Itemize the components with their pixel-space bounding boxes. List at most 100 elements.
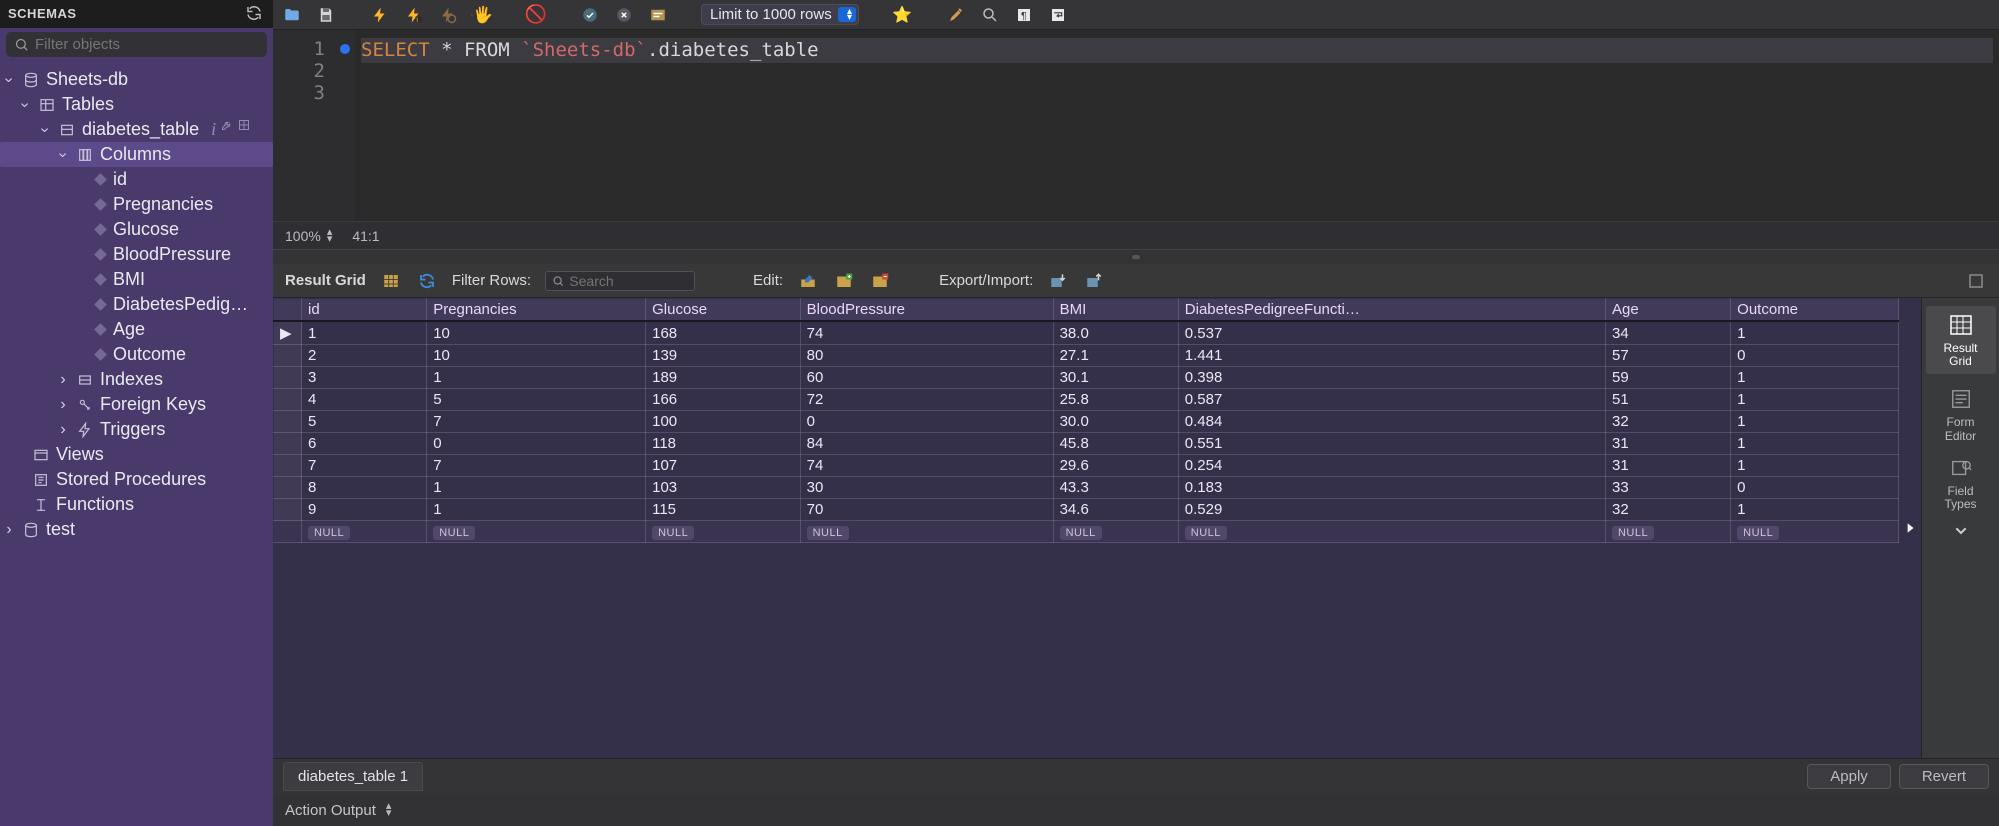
- delete-row-icon[interactable]: [869, 270, 891, 292]
- cell[interactable]: 74: [800, 455, 1053, 477]
- beautify-icon[interactable]: [945, 4, 967, 26]
- table-row[interactable]: ▶1101687438.00.537341: [274, 321, 1899, 345]
- toggle-autocommit-icon[interactable]: 🚫: [525, 4, 547, 26]
- cell[interactable]: 0: [800, 411, 1053, 433]
- refresh-result-icon[interactable]: [416, 270, 438, 292]
- cell[interactable]: 70: [800, 499, 1053, 521]
- action-output-bar[interactable]: Action Output ▴▾: [273, 794, 1999, 826]
- cell[interactable]: 1: [1731, 433, 1899, 455]
- cell[interactable]: 45.8: [1053, 433, 1178, 455]
- cell[interactable]: 0: [1731, 477, 1899, 499]
- cell[interactable]: 1: [1731, 389, 1899, 411]
- table-row[interactable]: 2101398027.11.441570: [274, 345, 1899, 367]
- column-header[interactable]: Glucose: [646, 299, 801, 322]
- cell[interactable]: 6: [302, 433, 427, 455]
- filter-objects-input[interactable]: [35, 36, 259, 53]
- tree-db-test[interactable]: test: [0, 517, 273, 542]
- cell[interactable]: 118: [646, 433, 801, 455]
- cell[interactable]: 1: [1731, 499, 1899, 521]
- cell[interactable]: 0.529: [1178, 499, 1605, 521]
- cell[interactable]: 107: [646, 455, 801, 477]
- cell[interactable]: 30.0: [1053, 411, 1178, 433]
- execute-current-icon[interactable]: I: [403, 4, 425, 26]
- row-gutter[interactable]: [274, 433, 302, 455]
- tree-column-item[interactable]: id: [0, 167, 273, 192]
- code-line[interactable]: [361, 63, 1993, 88]
- stop-icon[interactable]: ✋🖐: [471, 4, 493, 26]
- row-gutter[interactable]: [274, 477, 302, 499]
- cell[interactable]: 57: [1605, 345, 1730, 367]
- cell-null[interactable]: NULL: [427, 521, 646, 543]
- favorite-icon[interactable]: ⭐: [891, 4, 913, 26]
- cell[interactable]: 32: [1605, 499, 1730, 521]
- tree-columns[interactable]: Columns: [0, 142, 273, 167]
- cell[interactable]: 7: [302, 455, 427, 477]
- cell[interactable]: 9: [302, 499, 427, 521]
- zoom-control[interactable]: 100% ▴▾: [285, 228, 332, 244]
- row-gutter[interactable]: [274, 455, 302, 477]
- tree-views[interactable]: Views: [0, 442, 273, 467]
- cell[interactable]: 29.6: [1053, 455, 1178, 477]
- column-header[interactable]: Pregnancies: [427, 299, 646, 322]
- column-header[interactable]: DiabetesPedigreeFuncti…: [1178, 299, 1605, 322]
- cell[interactable]: 1: [427, 367, 646, 389]
- cell[interactable]: 1: [1731, 367, 1899, 389]
- explain-icon[interactable]: [437, 4, 459, 26]
- export-icon[interactable]: [1047, 270, 1069, 292]
- column-header[interactable]: id: [302, 299, 427, 322]
- tree-foreign-keys[interactable]: Foreign Keys: [0, 392, 273, 417]
- tree-column-item[interactable]: BloodPressure: [0, 242, 273, 267]
- cell[interactable]: 5: [427, 389, 646, 411]
- tab-result-grid[interactable]: Result Grid: [1926, 306, 1996, 374]
- grid-expand-right[interactable]: [1899, 298, 1921, 758]
- cell[interactable]: 32: [1605, 411, 1730, 433]
- cell[interactable]: 1: [1731, 321, 1899, 345]
- tab-field-types[interactable]: Field Types: [1943, 455, 1979, 511]
- cell[interactable]: 27.1: [1053, 345, 1178, 367]
- tree-column-item[interactable]: BMI: [0, 267, 273, 292]
- sql-editor[interactable]: 1 2 3 SELECT * FROM `Sheets-db`.diabetes…: [273, 30, 1999, 222]
- grid-icon[interactable]: [238, 119, 250, 140]
- cell-null[interactable]: NULL: [1605, 521, 1730, 543]
- info-icon[interactable]: i: [211, 119, 216, 140]
- row-gutter[interactable]: [274, 411, 302, 433]
- open-file-icon[interactable]: [281, 4, 303, 26]
- cell[interactable]: 0.484: [1178, 411, 1605, 433]
- cell[interactable]: 59: [1605, 367, 1730, 389]
- tree-db-sheets[interactable]: Sheets-db: [0, 67, 273, 92]
- column-header[interactable]: BMI: [1053, 299, 1178, 322]
- cell[interactable]: 1: [302, 321, 427, 345]
- cell[interactable]: 84: [800, 433, 1053, 455]
- action-output-stepper-icon[interactable]: ▴▾: [386, 803, 392, 816]
- cell[interactable]: 25.8: [1053, 389, 1178, 411]
- execute-icon[interactable]: [369, 4, 391, 26]
- cell[interactable]: 74: [800, 321, 1053, 345]
- add-row-icon[interactable]: [833, 270, 855, 292]
- column-header[interactable]: BloodPressure: [800, 299, 1053, 322]
- cell[interactable]: 139: [646, 345, 801, 367]
- tree-indexes[interactable]: Indexes: [0, 367, 273, 392]
- cell[interactable]: 168: [646, 321, 801, 345]
- cell[interactable]: 34: [1605, 321, 1730, 345]
- cell[interactable]: 115: [646, 499, 801, 521]
- cell[interactable]: 3: [302, 367, 427, 389]
- row-gutter[interactable]: [274, 499, 302, 521]
- tree-column-item[interactable]: DiabetesPedig…: [0, 292, 273, 317]
- row-gutter[interactable]: [274, 389, 302, 411]
- commit-icon[interactable]: [579, 4, 601, 26]
- column-header[interactable]: Outcome: [1731, 299, 1899, 322]
- wrap-icon[interactable]: [1047, 4, 1069, 26]
- cell[interactable]: 166: [646, 389, 801, 411]
- revert-button[interactable]: Revert: [1899, 764, 1989, 789]
- apply-button[interactable]: Apply: [1807, 764, 1891, 789]
- cell[interactable]: 30: [800, 477, 1053, 499]
- cell[interactable]: 5: [302, 411, 427, 433]
- cell[interactable]: 1.441: [1178, 345, 1605, 367]
- tree-triggers[interactable]: Triggers: [0, 417, 273, 442]
- result-splitter[interactable]: [273, 250, 1999, 264]
- tab-more[interactable]: [1949, 523, 1973, 539]
- cell[interactable]: 1: [427, 499, 646, 521]
- cell[interactable]: 189: [646, 367, 801, 389]
- cell-null[interactable]: NULL: [1053, 521, 1178, 543]
- table-row[interactable]: 451667225.80.587511: [274, 389, 1899, 411]
